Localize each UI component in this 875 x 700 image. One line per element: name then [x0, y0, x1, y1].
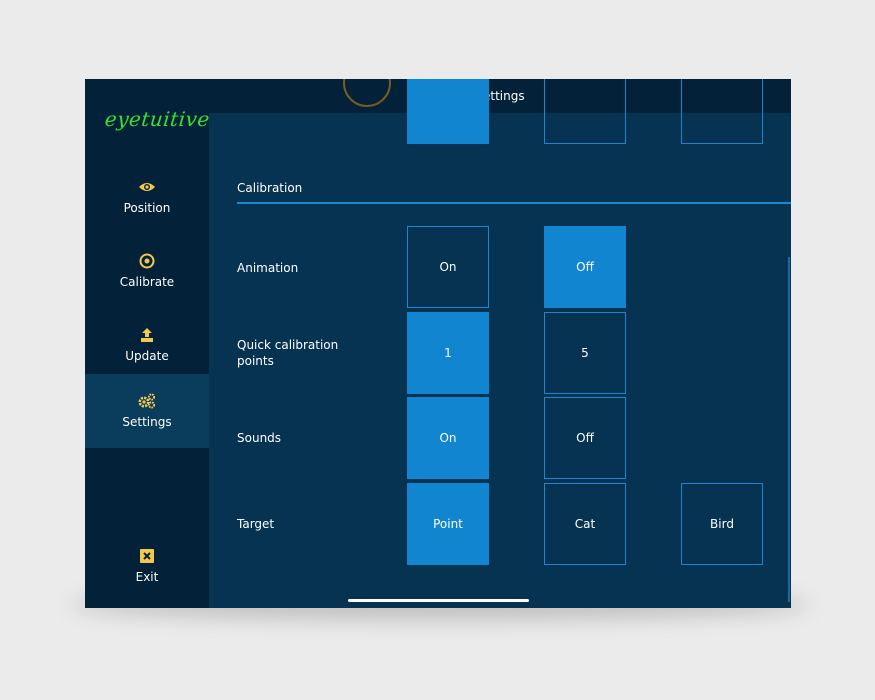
- scrollbar[interactable]: [788, 257, 790, 602]
- sidebar-item-exit[interactable]: Exit: [85, 529, 209, 603]
- sidebar-item-settings[interactable]: Settings: [85, 374, 209, 448]
- sidebar-item-label: Settings: [122, 415, 172, 429]
- option-sounds-on[interactable]: On: [407, 397, 489, 479]
- logo: eyetuitive: [103, 107, 212, 131]
- sidebar-item-update[interactable]: Update: [85, 308, 209, 382]
- home-indicator[interactable]: [348, 599, 529, 602]
- setting-label-quick-calibration-points: Quick calibration points: [237, 338, 339, 368]
- sidebar: eyetuitive Position Calibrate Update Set…: [85, 79, 212, 608]
- option-points-5[interactable]: 5: [544, 312, 626, 394]
- option-sounds-off[interactable]: Off: [544, 397, 626, 479]
- sidebar-item-calibrate[interactable]: Calibrate: [85, 234, 209, 308]
- app-window: Settings eyetuitive Position Calibrate U…: [85, 79, 791, 608]
- setting-label-target: Target: [237, 517, 275, 531]
- section-divider: [237, 202, 791, 204]
- option-target-point[interactable]: Point: [407, 483, 489, 565]
- sidebar-item-position[interactable]: Position: [85, 160, 209, 234]
- option-target-cat[interactable]: Cat: [544, 483, 626, 565]
- setting-label-animation: Animation: [237, 261, 299, 275]
- gears-icon: [138, 393, 156, 409]
- option-animation-on[interactable]: On: [407, 226, 489, 308]
- option-prev-2[interactable]: [544, 79, 626, 144]
- close-icon: [140, 548, 154, 564]
- option-prev-1[interactable]: [407, 79, 489, 144]
- section-title: Calibration: [237, 181, 303, 195]
- setting-label-sounds: Sounds: [237, 431, 282, 445]
- eye-icon: [138, 179, 156, 195]
- option-animation-off[interactable]: Off: [544, 226, 626, 308]
- sidebar-item-label: Calibrate: [119, 275, 175, 289]
- target-icon: [139, 253, 155, 269]
- sidebar-item-label: Position: [123, 201, 171, 215]
- sidebar-item-label: Exit: [135, 570, 159, 584]
- option-prev-3[interactable]: [681, 79, 763, 144]
- option-target-bird[interactable]: Bird: [681, 483, 763, 565]
- option-points-1[interactable]: 1: [407, 312, 489, 394]
- upload-icon: [139, 327, 155, 343]
- sidebar-item-label: Update: [125, 349, 169, 363]
